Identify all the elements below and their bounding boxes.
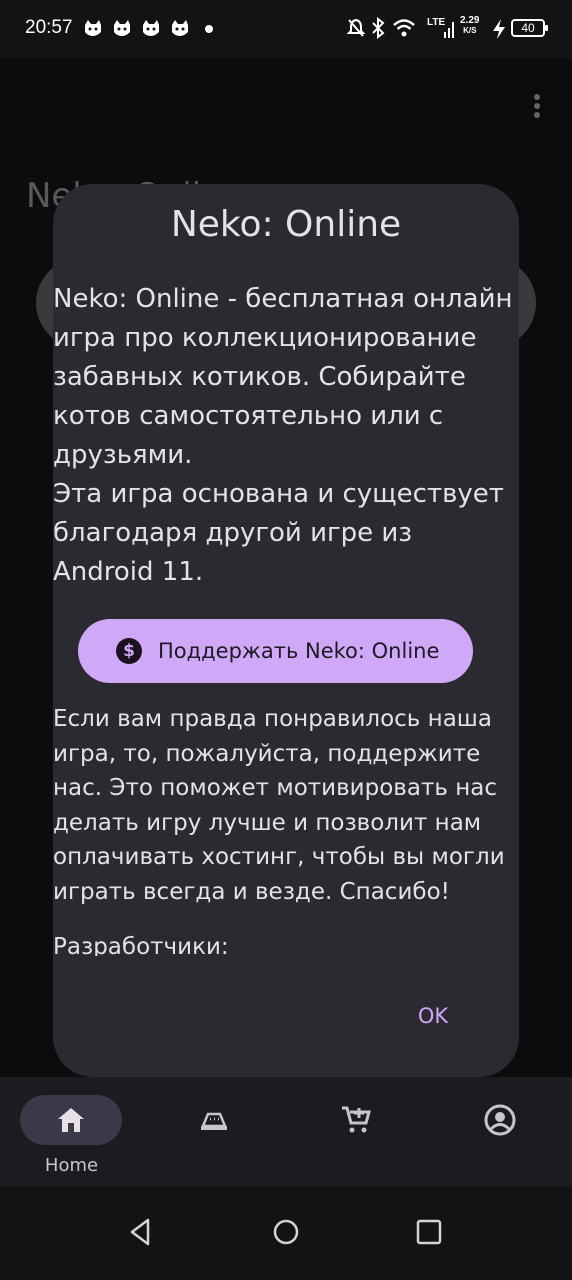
status-bar: 20:57 LTE 2.29 K/S 40 bbox=[0, 0, 572, 58]
wifi-icon bbox=[393, 19, 415, 37]
home-icon bbox=[58, 1108, 84, 1132]
back-icon[interactable] bbox=[126, 1217, 156, 1247]
charging-icon bbox=[493, 19, 505, 39]
developers-label: Разработчики: bbox=[53, 934, 229, 956]
bluetooth-icon bbox=[372, 17, 385, 39]
nav-item-home[interactable]: Home bbox=[0, 1077, 143, 1187]
ok-button[interactable]: OK bbox=[403, 994, 463, 1038]
nav-label-home: Home bbox=[44, 1155, 99, 1176]
recents-icon[interactable] bbox=[414, 1217, 444, 1247]
dollar-coin-icon: $ bbox=[116, 638, 142, 664]
nav-item-account[interactable] bbox=[429, 1077, 572, 1187]
status-time: 20:57 bbox=[25, 17, 73, 38]
about-dialog: Neko: Online Neko: Online - бесплатная о… bbox=[53, 184, 519, 1077]
cat-app-icon bbox=[85, 20, 101, 36]
support-button-label: Поддержать Neko: Online bbox=[158, 639, 440, 663]
dialog-content[interactable]: Neko: Online - бесплатная онлайн игра пр… bbox=[53, 280, 519, 956]
cat-app-icon bbox=[114, 20, 130, 36]
dialog-description: Neko: Online - бесплатная онлайн игра пр… bbox=[53, 284, 513, 587]
signal-icon bbox=[444, 22, 454, 38]
battery-indicator: 40 bbox=[511, 19, 548, 37]
system-navigation bbox=[0, 1187, 572, 1280]
cart-icon bbox=[342, 1106, 371, 1133]
nav-item-shop[interactable] bbox=[286, 1077, 429, 1187]
support-button[interactable]: $ Поддержать Neko: Online bbox=[78, 619, 473, 683]
support-description: Если вам правда понравилось наша игра, т… bbox=[53, 706, 505, 905]
network-type: LTE bbox=[427, 17, 446, 28]
account-icon bbox=[484, 1104, 516, 1136]
cat-app-icon bbox=[172, 20, 188, 36]
cat-app-icon bbox=[143, 20, 159, 36]
bottom-navigation: Home bbox=[0, 1077, 572, 1187]
more-notifications-dot bbox=[205, 25, 213, 33]
home-button-icon[interactable] bbox=[271, 1217, 301, 1247]
food-bowl-icon bbox=[201, 1112, 227, 1130]
network-speed: 2.29 K/S bbox=[460, 15, 480, 36]
dialog-title: Neko: Online bbox=[170, 204, 402, 245]
nav-item-food[interactable] bbox=[143, 1077, 286, 1187]
muted-bell-icon bbox=[346, 18, 366, 37]
